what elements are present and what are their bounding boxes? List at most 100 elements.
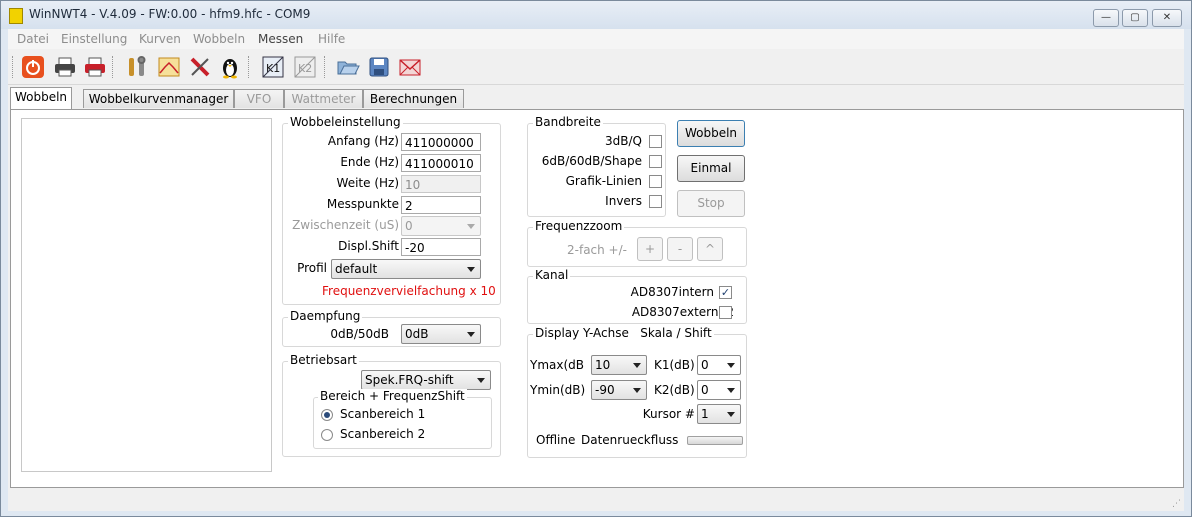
- ad8307intern-label: AD8307intern: [630, 285, 714, 299]
- kursor-select[interactable]: 1: [697, 404, 741, 424]
- zoom-2fach-label: 2-fach +/-: [567, 243, 627, 257]
- ymin-label: Ymin(dB): [530, 383, 586, 397]
- scanbereich-2-radio[interactable]: [321, 429, 333, 441]
- weite-input[interactable]: 10: [401, 175, 481, 193]
- tab-berechnungen[interactable]: Berechnungen: [363, 89, 464, 108]
- wobbeln-tab-panel: Wobbeleinstellung Anfang (Hz) 411000000 …: [10, 109, 1184, 488]
- invers-label: Invers: [605, 194, 642, 208]
- displ-shift-input[interactable]: -20: [401, 238, 481, 256]
- zoom-plus-button[interactable]: +: [637, 237, 663, 261]
- k2-icon[interactable]: K2: [293, 55, 317, 79]
- tools-icon[interactable]: [125, 55, 149, 79]
- anfang-label: Anfang (Hz): [327, 134, 399, 148]
- ad8307externk2-checkbox[interactable]: [719, 306, 732, 319]
- toolbar-separator: [112, 56, 114, 78]
- ende-input[interactable]: 411000010: [401, 154, 481, 172]
- k1-label: K1(dB): [654, 358, 695, 372]
- menu-einstellung[interactable]: Einstellung: [61, 32, 127, 46]
- daempfung-label: 0dB/50dB: [330, 327, 389, 341]
- k1-icon[interactable]: K1: [261, 55, 285, 79]
- k1-select[interactable]: 0: [697, 355, 741, 375]
- betriebsart-legend: Betriebsart: [288, 353, 359, 367]
- ymin-value: -90: [595, 383, 615, 397]
- anfang-input[interactable]: 411000000: [401, 133, 481, 151]
- zwischenzeit-select[interactable]: 0: [401, 216, 481, 236]
- minimize-button[interactable]: —: [1093, 9, 1119, 27]
- invers-checkbox[interactable]: [649, 195, 662, 208]
- menu-datei[interactable]: Datei: [17, 32, 49, 46]
- stop-button[interactable]: Stop: [677, 190, 745, 217]
- zoom-minus-button[interactable]: -: [667, 237, 693, 261]
- app-icon: [9, 8, 23, 24]
- k2-select[interactable]: 0: [697, 380, 741, 400]
- curve-icon[interactable]: [157, 55, 181, 79]
- chevron-down-icon: [727, 388, 735, 393]
- open-folder-icon[interactable]: [336, 55, 360, 79]
- save-icon[interactable]: [367, 55, 391, 79]
- toolbar: K1 K2: [8, 50, 1184, 85]
- zoom-up-button[interactable]: ^: [697, 237, 723, 261]
- messpunkte-label: Messpunkte: [326, 197, 399, 211]
- chevron-down-icon: [477, 378, 485, 383]
- chevron-down-icon: [727, 412, 735, 417]
- svg-text:K2: K2: [298, 62, 312, 75]
- ymin-select[interactable]: -90: [591, 380, 647, 400]
- close-button[interactable]: ✕: [1152, 9, 1182, 27]
- messpunkte-input[interactable]: 2: [401, 196, 481, 214]
- ymax-value: 10: [595, 358, 611, 372]
- pen-eraser-icon[interactable]: [188, 55, 212, 79]
- title-bar[interactable]: WinNWT4 - V.4.09 - FW:0.00 - hfm9.hfc - …: [1, 1, 1191, 29]
- tab-wobbelkurvenmanager[interactable]: Wobbelkurvenmanager: [83, 89, 234, 108]
- ymax-select[interactable]: 10: [591, 355, 647, 375]
- chevron-down-icon: [467, 267, 475, 272]
- bw-6db-label: 6dB/60dB/Shape: [541, 154, 642, 168]
- curve-list-panel[interactable]: [21, 118, 272, 472]
- toolbar-separator: [324, 56, 326, 78]
- wobbeleinstellung-legend: Wobbeleinstellung: [288, 115, 403, 129]
- datenrueckfluss-progress: [687, 436, 743, 445]
- ymax-label: Ymax(dB: [530, 358, 585, 372]
- menu-messen[interactable]: Messen: [258, 32, 303, 46]
- chevron-down-icon: [467, 332, 475, 337]
- resize-grip-icon[interactable]: ⋰: [1172, 499, 1181, 509]
- maximize-button[interactable]: ▢: [1122, 9, 1148, 27]
- betriebsart-select[interactable]: Spek.FRQ-shift: [361, 370, 491, 390]
- wobbeln-button[interactable]: Wobbeln: [677, 120, 745, 147]
- k1-value: 0: [701, 358, 709, 372]
- profil-label: Profil: [297, 261, 327, 275]
- bw-6db-checkbox[interactable]: [649, 155, 662, 168]
- kanal-legend: Kanal: [533, 268, 571, 282]
- printer-icon[interactable]: [53, 55, 77, 79]
- kursor-label: Kursor #: [642, 407, 695, 421]
- ende-label: Ende (Hz): [340, 155, 399, 169]
- menu-wobbeln[interactable]: Wobbeln: [193, 32, 245, 46]
- daempfung-select[interactable]: 0dB: [401, 324, 481, 344]
- scanbereich-1-radio[interactable]: [321, 409, 333, 421]
- tab-wattmeter[interactable]: Wattmeter: [284, 89, 363, 108]
- k2-value: 0: [701, 383, 709, 397]
- svg-text:K1: K1: [266, 62, 280, 75]
- k2-label: K2(dB): [654, 383, 695, 397]
- toolbar-separator: [248, 56, 250, 78]
- bereich-legend: Bereich + FrequenzShift: [318, 389, 467, 403]
- window-title: WinNWT4 - V.4.09 - FW:0.00 - hfm9.hfc - …: [29, 7, 311, 21]
- power-icon[interactable]: [21, 55, 45, 79]
- menu-kurven[interactable]: Kurven: [139, 32, 181, 46]
- chevron-down-icon: [633, 363, 641, 368]
- grafik-linien-label: Grafik-Linien: [565, 174, 642, 188]
- bw-3db-checkbox[interactable]: [649, 135, 662, 148]
- bereich-group: [313, 397, 492, 449]
- profil-select[interactable]: default: [331, 259, 481, 279]
- printer-color-icon[interactable]: [83, 55, 107, 79]
- email-icon[interactable]: [398, 55, 422, 79]
- bw-3db-label: 3dB/Q: [605, 134, 642, 148]
- einmal-button[interactable]: Einmal: [677, 155, 745, 182]
- penguin-icon[interactable]: [218, 55, 242, 79]
- grafik-linien-checkbox[interactable]: [649, 175, 662, 188]
- ad8307intern-checkbox[interactable]: ✓: [719, 286, 732, 299]
- tab-wobbeln[interactable]: Wobbeln: [10, 87, 72, 109]
- frequenzzoom-legend: Frequenzzoom: [533, 219, 625, 233]
- frequenzvervielfachung-warning: Frequenzvervielfachung x 10: [322, 284, 496, 298]
- menu-hilfe[interactable]: Hilfe: [318, 32, 345, 46]
- tab-vfo[interactable]: VFO: [234, 89, 284, 108]
